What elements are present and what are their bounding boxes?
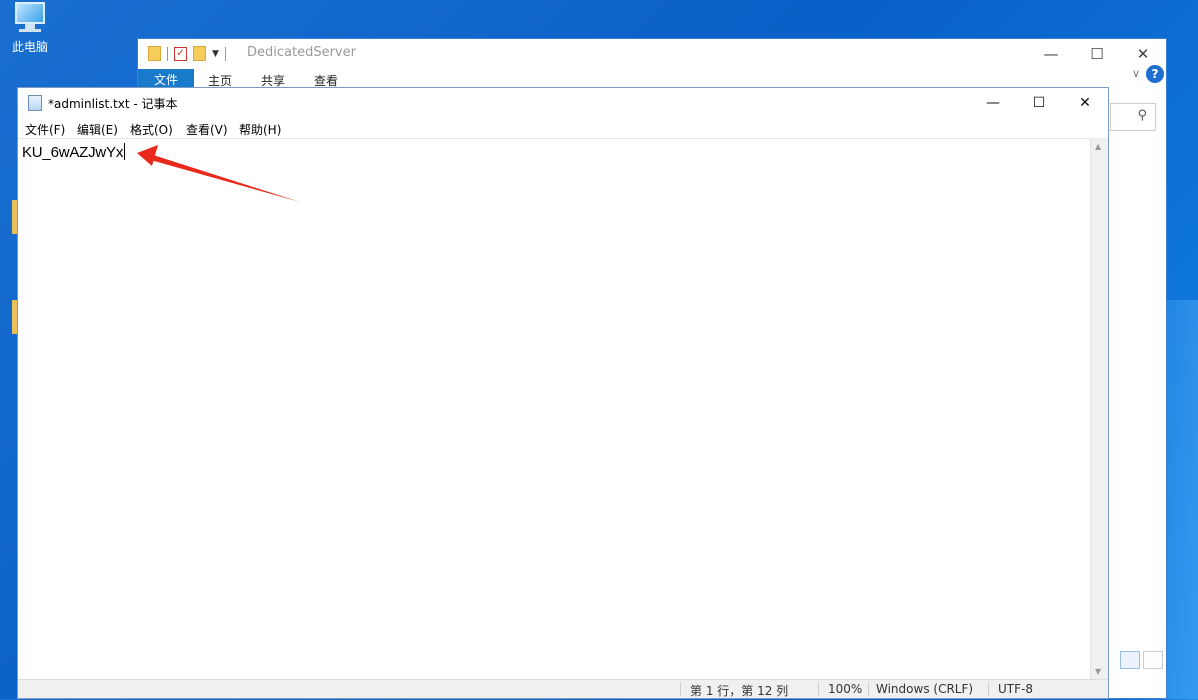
encoding: UTF-8 (998, 682, 1033, 696)
toolbar-divider (224, 46, 226, 61)
status-divider (988, 682, 989, 696)
toolbar-divider (167, 46, 168, 61)
maximize-button[interactable]: ☐ (1074, 39, 1120, 69)
menu-edit[interactable]: 编辑(E) (77, 121, 118, 138)
notepad-window[interactable]: *adminlist.txt - 记事本 — ☐ ✕ 文件(F) 编辑(E) 格… (17, 87, 1109, 699)
computer-icon (11, 2, 49, 32)
close-button[interactable]: ✕ (1062, 88, 1108, 118)
folder-icon[interactable] (148, 46, 161, 61)
menu-view[interactable]: 查看(V) (186, 121, 228, 138)
large-icons-view-icon[interactable] (1143, 651, 1163, 669)
search-icon: ⚲ (1137, 108, 1147, 123)
close-button[interactable]: ✕ (1120, 39, 1166, 69)
status-divider (868, 682, 869, 696)
ribbon: 文件 主页 共享 查看 ∨ ? (138, 65, 1166, 89)
notepad-titlebar[interactable]: *adminlist.txt - 记事本 — ☐ ✕ (18, 88, 1108, 118)
vertical-scrollbar[interactable]: ▲ ▼ (1090, 138, 1108, 680)
text-editor[interactable]: KU_6wAZJwYx (18, 138, 1091, 680)
text-caret (124, 143, 126, 160)
zoom-level: 100% (828, 682, 863, 696)
scroll-down-icon[interactable]: ▼ (1095, 667, 1101, 676)
notepad-title: *adminlist.txt - 记事本 (48, 97, 178, 111)
minimize-button[interactable]: — (1028, 39, 1074, 69)
menu-bar: 文件(F) 编辑(E) 格式(O) 查看(V) 帮助(H) (18, 118, 1108, 138)
status-divider (818, 682, 819, 696)
scroll-up-icon[interactable]: ▲ (1095, 142, 1101, 151)
details-view-icon[interactable] (1120, 651, 1140, 669)
editor-content: KU_6wAZJwYx (22, 144, 124, 161)
quick-access-toolbar: ✓ ▼ (148, 46, 226, 61)
explorer-titlebar[interactable]: ✓ ▼ DedicatedServer — ☐ ✕ (138, 39, 1166, 69)
customize-toolbar-icon[interactable]: ▼ (212, 49, 219, 59)
status-divider (680, 682, 681, 696)
tab-file[interactable]: 文件 (138, 69, 194, 89)
help-icon[interactable]: ? (1146, 65, 1164, 83)
cursor-position: 第 1 行，第 12 列 (690, 684, 789, 698)
status-bar: 第 1 行，第 12 列 100% Windows (CRLF) UTF-8 (18, 679, 1108, 698)
desktop-icon-this-pc[interactable]: 此电脑 (6, 2, 54, 55)
desktop-icon-label: 此电脑 (11, 40, 48, 54)
properties-icon[interactable]: ✓ (174, 46, 187, 61)
new-folder-icon[interactable] (193, 46, 206, 61)
menu-file[interactable]: 文件(F) (25, 121, 65, 138)
notepad-icon (28, 95, 42, 111)
line-ending: Windows (CRLF) (876, 682, 974, 696)
minimize-button[interactable]: — (970, 88, 1016, 118)
search-input[interactable]: ⚲ (1110, 103, 1156, 131)
expand-ribbon-chevron-icon[interactable]: ∨ (1132, 67, 1140, 80)
maximize-button[interactable]: ☐ (1016, 88, 1062, 118)
explorer-title: DedicatedServer (247, 45, 356, 60)
menu-format[interactable]: 格式(O) (130, 121, 173, 138)
menu-help[interactable]: 帮助(H) (239, 121, 281, 138)
